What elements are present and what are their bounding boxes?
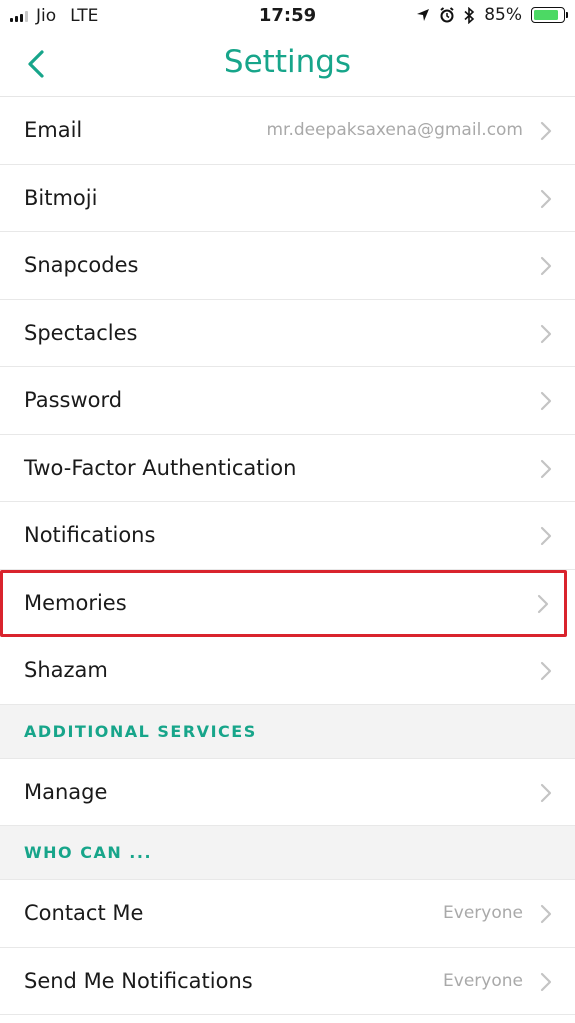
- settings-row-send-me-notifications[interactable]: Send Me Notifications Everyone: [0, 947, 575, 1015]
- settings-row-bitmoji[interactable]: Bitmoji: [0, 164, 575, 232]
- alarm-clock-icon: [440, 7, 454, 23]
- settings-row-memories[interactable]: Memories: [0, 569, 567, 637]
- location-arrow-icon: [417, 9, 430, 21]
- section-title: ADDITIONAL SERVICES: [24, 721, 257, 741]
- chevron-right-icon: [540, 121, 552, 141]
- row-label: Two-Factor Authentication: [24, 455, 297, 480]
- battery-icon: [531, 7, 568, 23]
- row-label: Snapcodes: [24, 253, 139, 278]
- settings-row-snapcodes[interactable]: Snapcodes: [0, 232, 575, 300]
- chevron-right-icon: [540, 661, 552, 681]
- row-label: Shazam: [24, 658, 108, 683]
- row-label: Contact Me: [24, 901, 144, 926]
- bluetooth-icon: [464, 6, 475, 24]
- status-right: 85%: [416, 5, 568, 25]
- chevron-right-icon: [540, 972, 552, 991]
- chevron-right-icon: [540, 256, 552, 276]
- chevron-right-icon: [540, 904, 552, 924]
- settings-row-shazam[interactable]: Shazam: [0, 637, 575, 705]
- settings-row-manage[interactable]: Manage: [0, 758, 575, 826]
- settings-row-contact-me[interactable]: Contact Me Everyone: [0, 880, 575, 948]
- row-label: Spectacles: [24, 320, 138, 345]
- section-title: WHO CAN ...: [24, 843, 153, 862]
- chevron-right-icon: [540, 391, 552, 411]
- row-label: Notifications: [24, 523, 156, 548]
- settings-row-notifications[interactable]: Notifications: [0, 502, 575, 570]
- settings-row-two-factor-authentication[interactable]: Two-Factor Authentication: [0, 434, 575, 502]
- status-bar: Jio LTE 17:59 85%: [0, 0, 575, 32]
- battery-percent: 85%: [484, 5, 522, 25]
- settings-row-email[interactable]: Email mr.deepaksaxena@gmail.com: [0, 97, 575, 165]
- row-label: Memories: [24, 591, 127, 616]
- settings-row-password[interactable]: Password: [0, 367, 575, 435]
- section-header-additional-services: ADDITIONAL SERVICES: [0, 704, 575, 759]
- row-value: Everyone: [443, 970, 523, 991]
- row-value: Everyone: [443, 903, 523, 924]
- chevron-right-icon: [540, 526, 552, 546]
- settings-row-spectacles[interactable]: Spectacles: [0, 299, 575, 367]
- settings-list: Email mr.deepaksaxena@gmail.com Bitmoji Sna…: [0, 97, 575, 1015]
- section-header-who-can: WHO CAN ...: [0, 826, 575, 880]
- chevron-right-icon: [537, 594, 549, 613]
- chevron-right-icon: [540, 459, 552, 478]
- row-label: Manage: [24, 779, 108, 804]
- chevron-right-icon: [540, 783, 552, 802]
- header: Settings: [0, 32, 575, 97]
- chevron-right-icon: [540, 324, 552, 343]
- row-label: Password: [24, 388, 123, 413]
- row-label: Bitmoji: [24, 185, 98, 210]
- row-label: Email: [24, 118, 83, 143]
- row-value: mr.deepaksaxena@gmail.com: [266, 120, 523, 141]
- chevron-right-icon: [540, 189, 552, 208]
- battery-fill: [534, 10, 558, 20]
- page-title: Settings: [223, 44, 352, 80]
- row-label: Send Me Notifications: [24, 968, 253, 993]
